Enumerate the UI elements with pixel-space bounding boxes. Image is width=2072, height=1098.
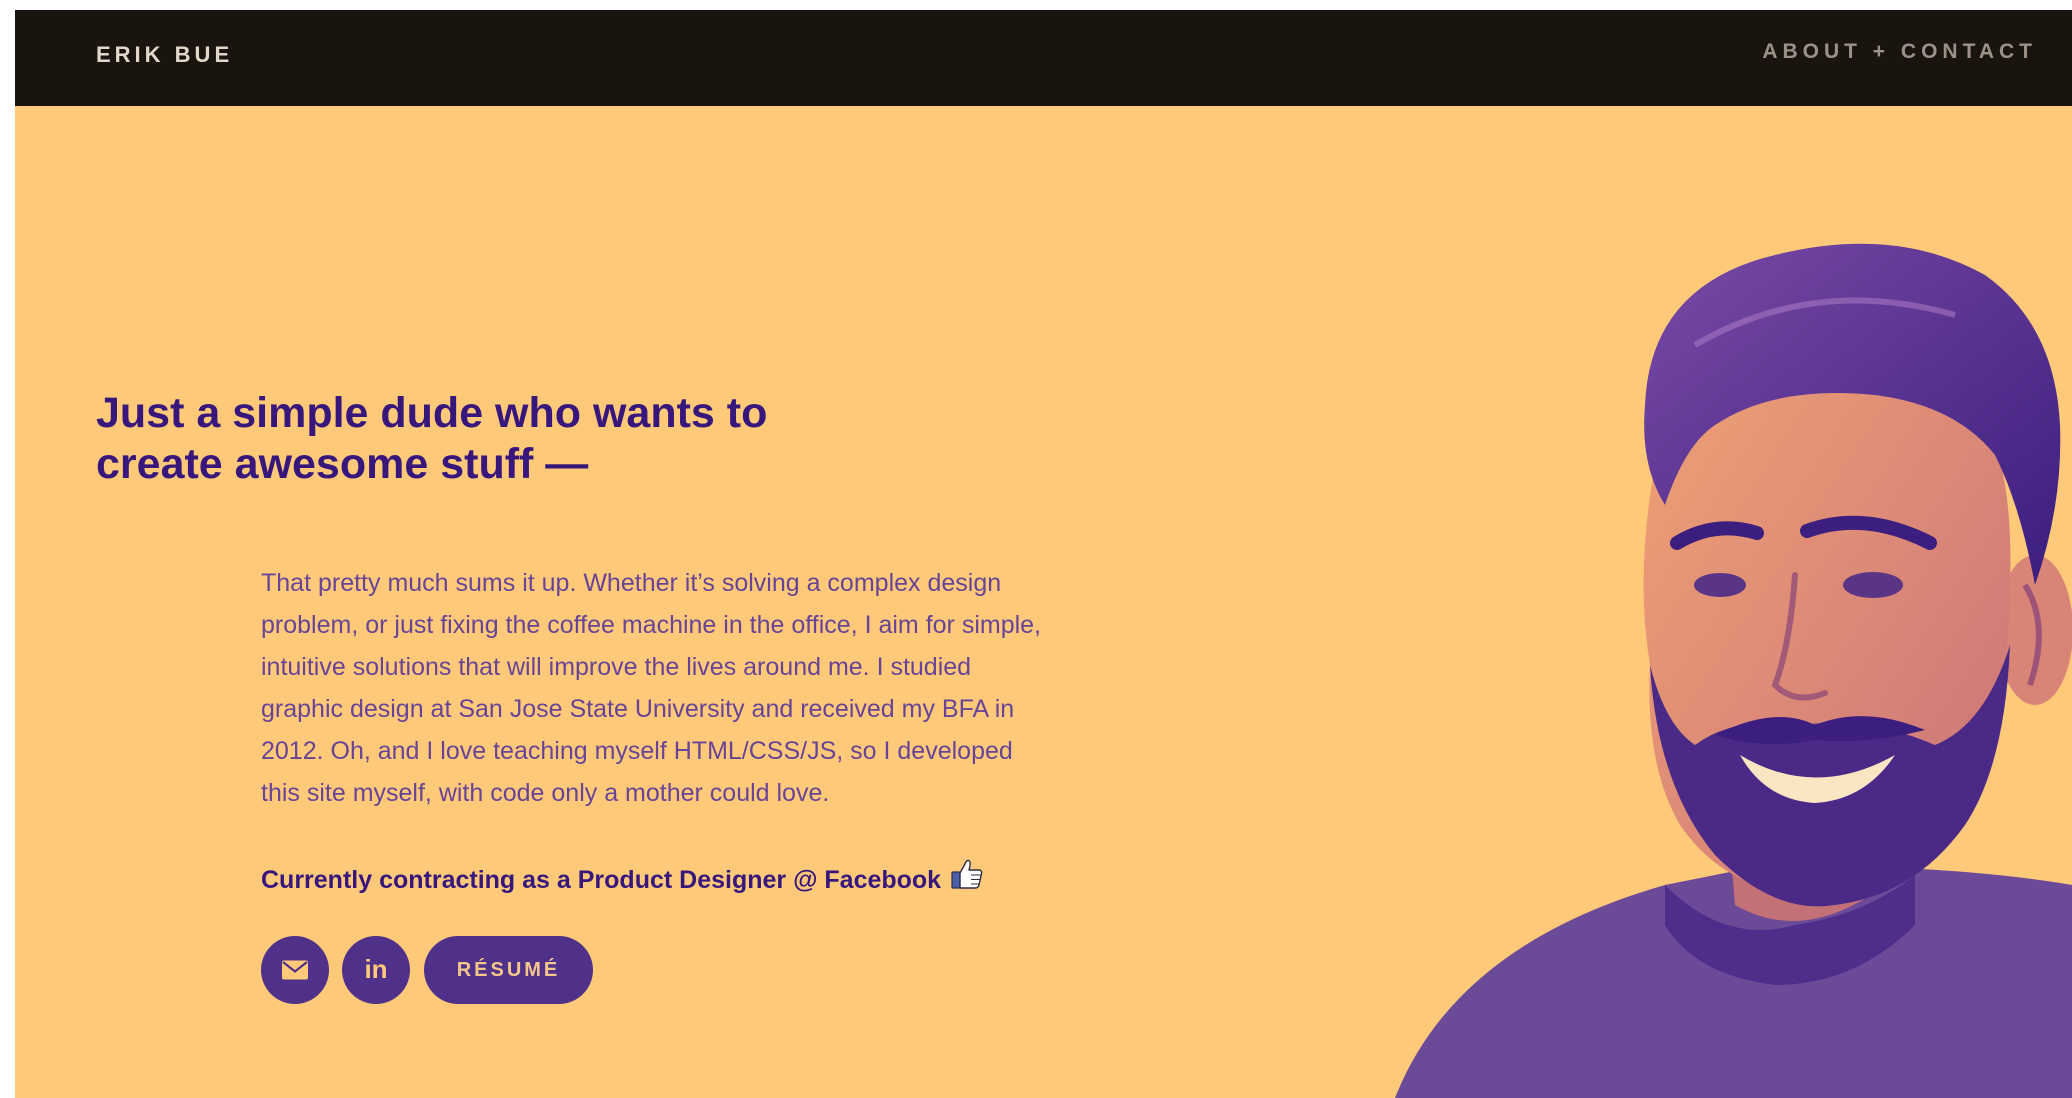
current-role-text: Currently contracting as a Product Desig… [261,866,942,895]
thumbs-up-icon [951,858,983,897]
hero-headline: Just a simple dude who wants to create a… [96,389,768,488]
brand-logo-link[interactable]: ERIK BUE [96,42,233,68]
profile-portrait [1395,225,2072,1098]
about-contact-link[interactable]: ABOUT + CONTACT [1762,40,2037,64]
top-navbar: ERIK BUE ABOUT + CONTACT [15,10,2072,106]
resume-button[interactable]: RÉSUMÉ [424,936,593,1004]
page: ERIK BUE ABOUT + CONTACT Just a simple d… [15,10,2072,1098]
linkedin-button[interactable]: in [342,936,410,1004]
linkedin-icon: in [364,954,388,984]
email-button[interactable] [261,936,329,1004]
current-role-line: Currently contracting as a Product Desig… [261,859,983,897]
intro-paragraph: That pretty much sums it up. Whether it’… [261,569,1042,807]
envelope-icon [282,960,308,980]
